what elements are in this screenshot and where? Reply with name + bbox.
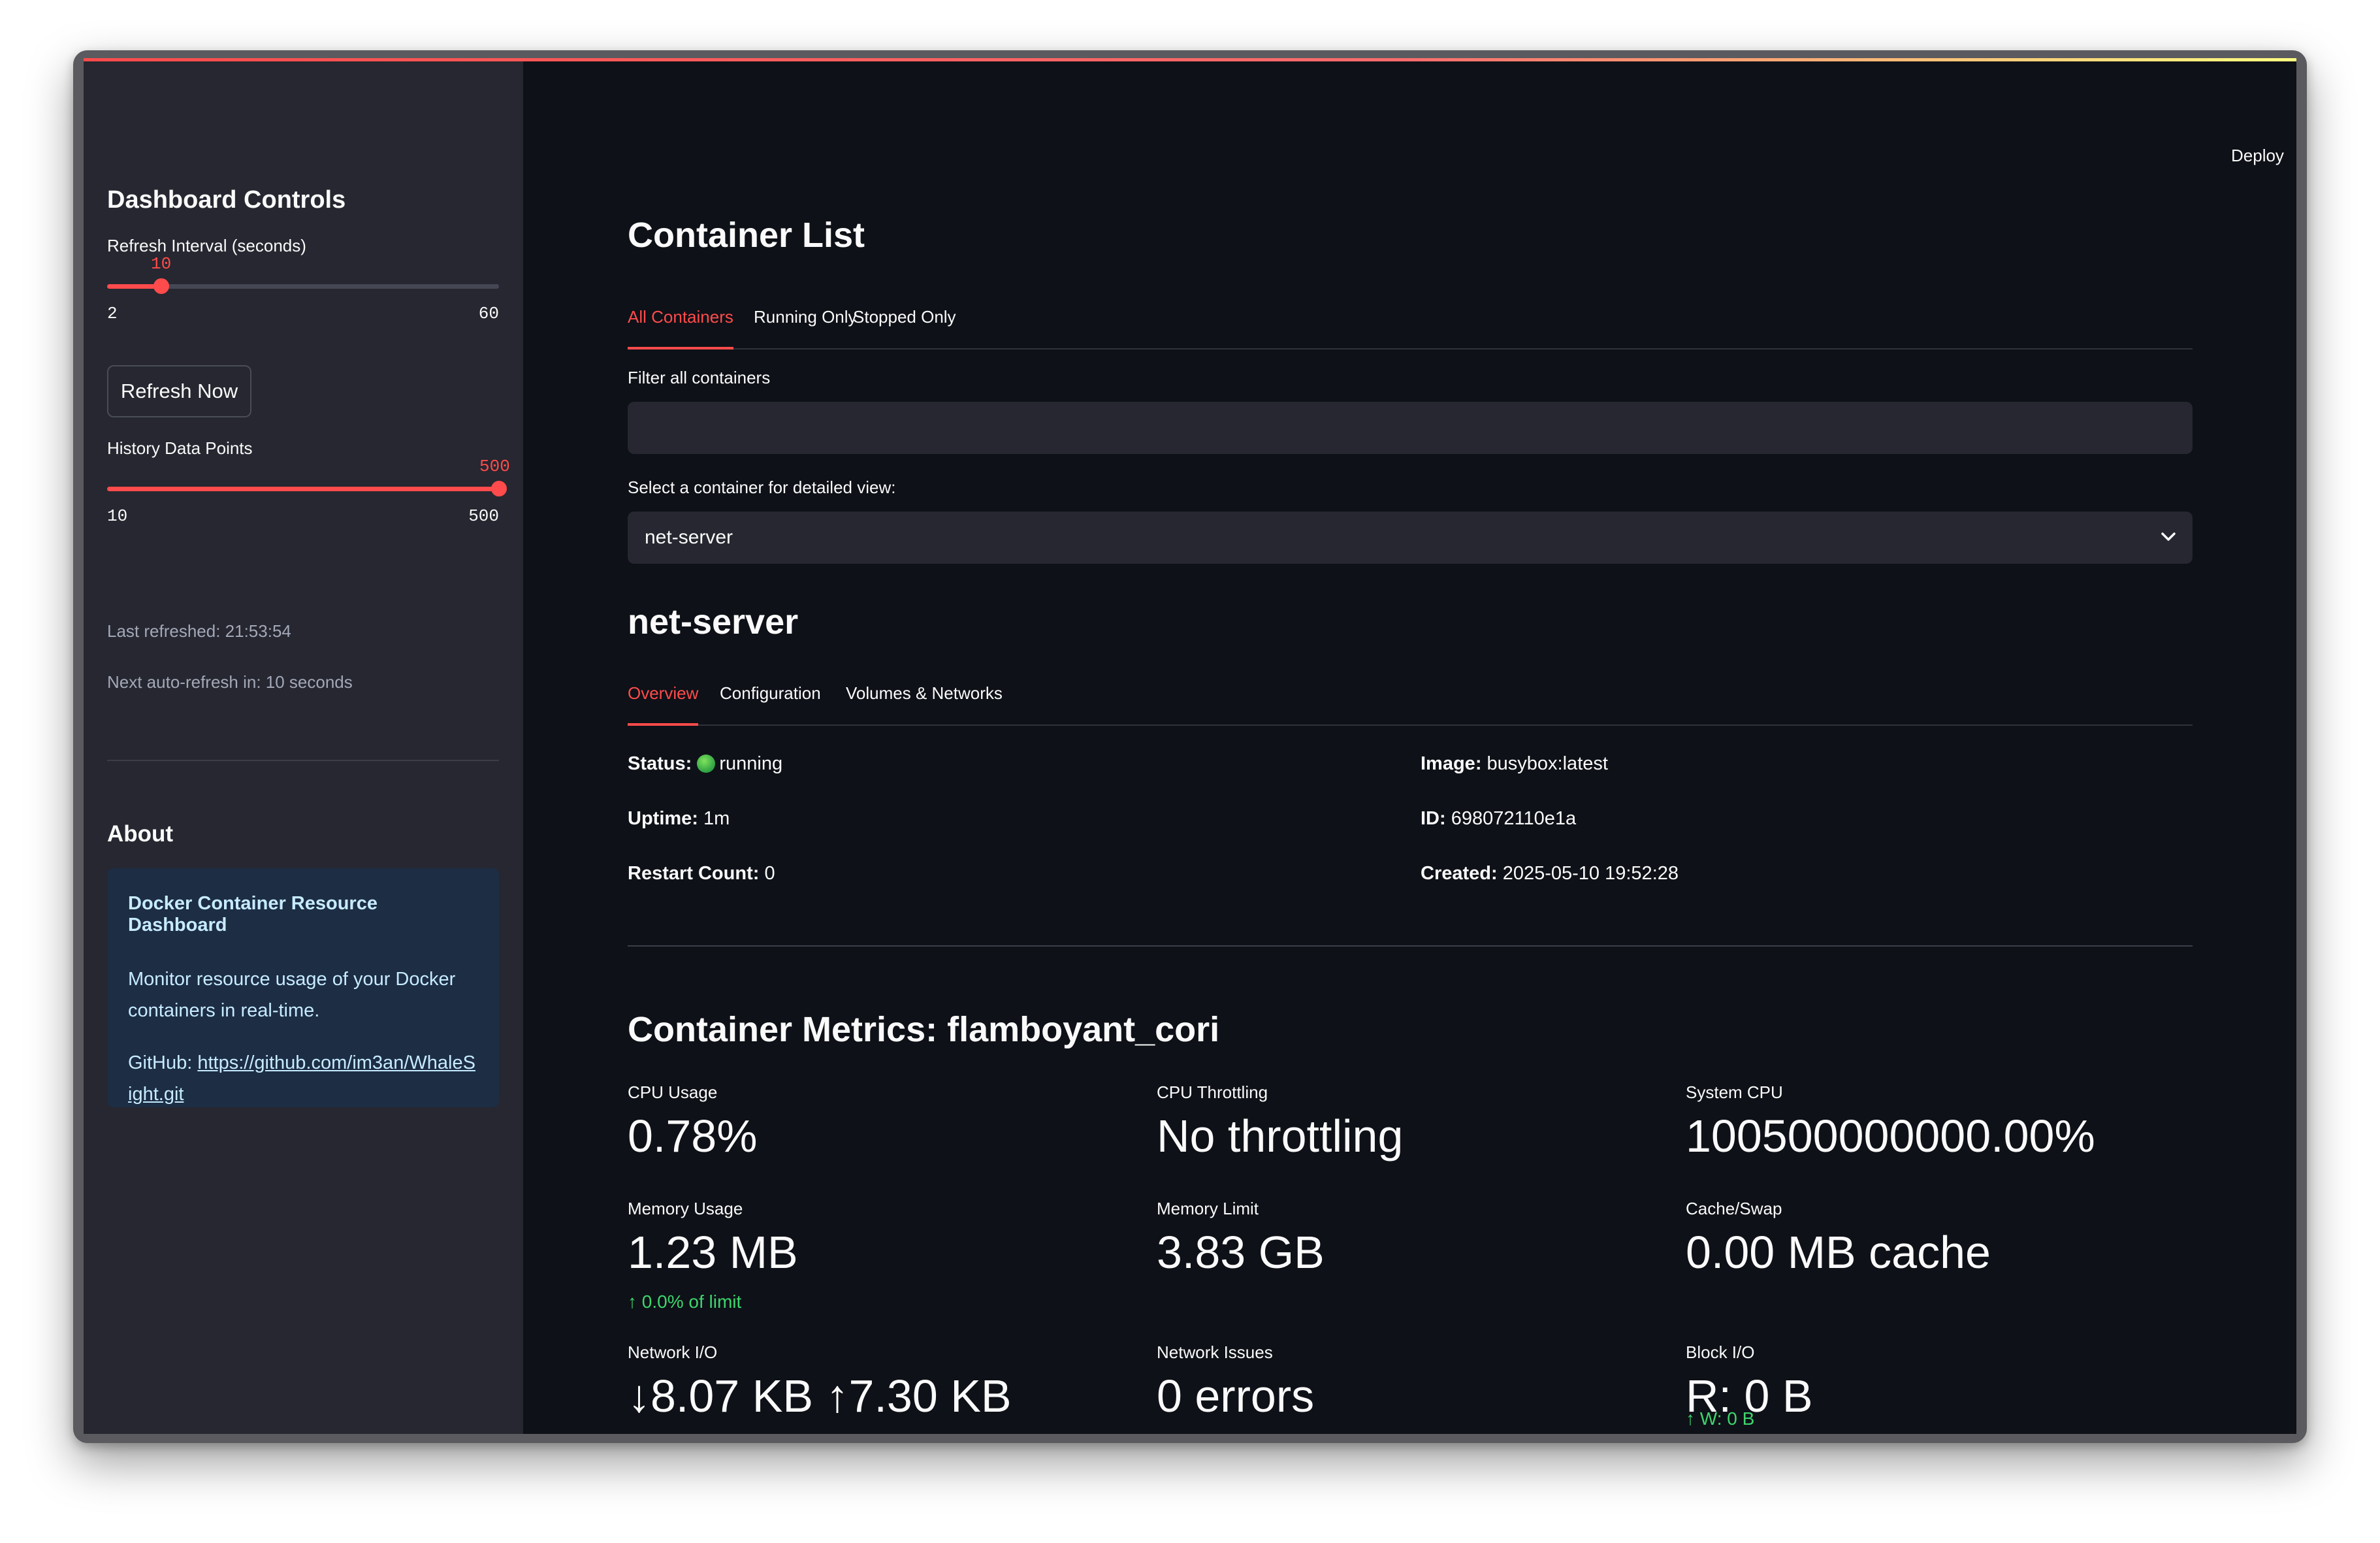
slider-fill xyxy=(107,487,499,491)
arrow-up-icon: ↑ xyxy=(628,1291,637,1312)
tab-all-containers[interactable]: All Containers xyxy=(628,301,733,349)
tab-volumes-networks[interactable]: Volumes & Networks xyxy=(846,677,1003,724)
status-value: running xyxy=(719,753,783,774)
streamlit-app: Dashboard Controls Refresh Interval (sec… xyxy=(84,58,2296,1434)
image-value: busybox:latest xyxy=(1487,753,1608,774)
metric-value: 1.23 MB xyxy=(628,1227,798,1278)
refresh-interval-slider[interactable]: 10 2 60 xyxy=(107,254,499,323)
slider-max: 500 xyxy=(468,506,499,526)
next-refresh-text: Next auto-refresh in: 10 seconds xyxy=(107,672,353,692)
metrics-title: Container Metrics: flamboyant_cori xyxy=(628,1010,1220,1049)
page-title: Container List xyxy=(628,216,865,255)
metric-label: Memory Limit xyxy=(1157,1199,1259,1218)
metric-value: 100500000000.00% xyxy=(1686,1111,2095,1161)
container-name-heading: net-server xyxy=(628,602,799,642)
metric-label: Block I/O xyxy=(1686,1342,1755,1362)
refresh-now-button[interactable]: Refresh Now xyxy=(107,365,251,417)
filter-label: Filter all containers xyxy=(628,368,771,387)
image-label: Image: xyxy=(1421,753,1482,774)
select-container-label: Select a container for detailed view: xyxy=(628,478,896,497)
metric-delta: ↑ W: 0 B xyxy=(1686,1408,1754,1429)
metric-value: ↓8.07 KB ↑7.30 KB xyxy=(628,1371,1012,1421)
sidebar: Dashboard Controls Refresh Interval (sec… xyxy=(84,58,523,1434)
green-circle-icon xyxy=(697,755,716,773)
metric-value: 0 errors xyxy=(1157,1371,1315,1421)
restart-label: Restart Count: xyxy=(628,863,760,884)
history-points-value: 500 xyxy=(479,457,510,476)
filter-input[interactable] xyxy=(628,402,2193,454)
slider-min: 2 xyxy=(107,304,118,323)
tab-stopped-only[interactable]: Stopped Only xyxy=(853,301,956,348)
github-prefix: GitHub: xyxy=(128,1052,198,1073)
metric-delta-text: W: 0 B xyxy=(1699,1408,1755,1429)
metric-delta: ↑ 0.0% of limit xyxy=(628,1291,741,1312)
slider-track[interactable] xyxy=(107,278,499,294)
about-heading: About xyxy=(107,821,174,847)
metric-label: Network I/O xyxy=(628,1342,718,1362)
about-box-description: Monitor resource usage of your Docker co… xyxy=(128,969,456,1021)
top-decoration-bar xyxy=(84,58,2296,61)
refresh-interval-value: 10 xyxy=(151,254,172,274)
uptime-label: Uptime: xyxy=(628,808,698,829)
metric-label: Cache/Swap xyxy=(1686,1199,1782,1218)
id-field: ID: 698072110e1a xyxy=(1421,808,1576,830)
metric-value: 3.83 GB xyxy=(1157,1227,1325,1278)
tab-overview[interactable]: Overview xyxy=(628,677,699,726)
sidebar-divider xyxy=(107,760,499,761)
main-content: Deploy Container List All Containers Run… xyxy=(523,58,2296,1434)
slider-thumb[interactable] xyxy=(153,278,169,294)
id-label: ID: xyxy=(1421,808,1446,829)
status-label: Status: xyxy=(628,753,692,774)
created-label: Created: xyxy=(1421,863,1498,884)
id-value: 698072110e1a xyxy=(1451,808,1577,829)
status-field: Status: running xyxy=(628,753,782,775)
github-line: GitHub: https://github.com/im3an/WhaleSi… xyxy=(128,1047,478,1110)
history-points-label: History Data Points xyxy=(107,438,253,458)
app-window: Dashboard Controls Refresh Interval (sec… xyxy=(73,50,2307,1443)
container-select[interactable]: net-server xyxy=(628,512,2193,564)
container-select-value: net-server xyxy=(645,527,733,548)
created-field: Created: 2025-05-10 19:52:28 xyxy=(1421,863,1679,885)
tab-running-only[interactable]: Running Only xyxy=(754,301,857,348)
last-refreshed-text: Last refreshed: 21:53:54 xyxy=(107,621,291,641)
created-value: 2025-05-10 19:52:28 xyxy=(1502,863,1679,884)
metric-label: Memory Usage xyxy=(628,1199,743,1218)
uptime-value: 1m xyxy=(703,808,730,829)
metric-delta-text: 0.0% of limit xyxy=(641,1291,742,1312)
refresh-interval-label: Refresh Interval (seconds) xyxy=(107,236,306,255)
slider-min: 10 xyxy=(107,506,128,526)
restart-value: 0 xyxy=(764,863,775,884)
metric-value: No throttling xyxy=(1157,1111,1404,1161)
deploy-button[interactable]: Deploy xyxy=(2231,146,2284,166)
restart-count-field: Restart Count: 0 xyxy=(628,863,775,885)
section-divider xyxy=(628,945,2193,947)
metric-value: 0.00 MB cache xyxy=(1686,1227,1991,1278)
metric-label: CPU Usage xyxy=(628,1082,718,1102)
container-filter-tabs: All Containers Running Only Stopped Only xyxy=(628,301,2193,349)
detail-tabs: Overview Configuration Volumes & Network… xyxy=(628,677,2193,726)
about-box-title: Docker Container Resource Dashboard xyxy=(128,893,378,935)
chevron-down-icon xyxy=(2160,531,2177,546)
metric-label: Network Issues xyxy=(1157,1342,1273,1362)
metric-value: 0.78% xyxy=(628,1111,758,1161)
metric-label: System CPU xyxy=(1686,1082,1783,1102)
image-field: Image: busybox:latest xyxy=(1421,753,1608,775)
slider-track[interactable] xyxy=(107,481,507,496)
about-info-box: Docker Container Resource Dashboard Moni… xyxy=(107,868,499,1107)
sidebar-title: Dashboard Controls xyxy=(107,186,346,214)
metric-label: CPU Throttling xyxy=(1157,1082,1268,1102)
arrow-up-icon: ↑ xyxy=(1686,1408,1695,1429)
slider-max: 60 xyxy=(478,304,499,323)
uptime-field: Uptime: 1m xyxy=(628,808,730,830)
history-points-slider[interactable]: 500 10 500 xyxy=(107,457,510,526)
slider-thumb[interactable] xyxy=(491,481,507,496)
tab-configuration[interactable]: Configuration xyxy=(720,677,821,724)
